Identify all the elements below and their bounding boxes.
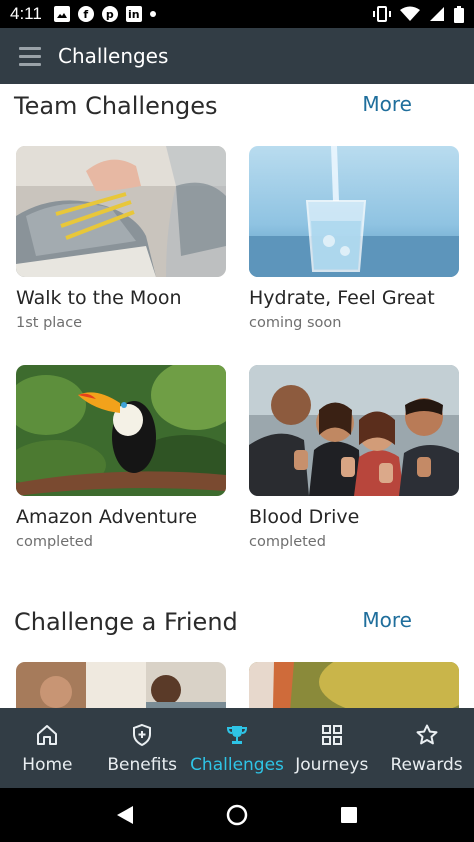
nav-benefits[interactable]: Benefits [95,708,190,788]
signal-icon [430,7,444,21]
nav-home[interactable]: Home [0,708,95,788]
team-challenges-more-link[interactable]: More [362,92,412,116]
challenges-content[interactable]: Team Challenges More Walk to the Moon 1s… [0,84,474,708]
challenge-card-hydrate-feel-great[interactable]: Hydrate, Feel Great coming soon [249,146,459,331]
card-status: completed [249,534,326,550]
nav-label: Benefits [107,755,177,775]
grid-icon [320,721,344,749]
amazon-adventure-image [16,365,226,496]
challenge-a-friend-header: Challenge a Friend More [0,606,474,646]
image-notification-icon [53,6,70,22]
facebook-icon: f [77,6,94,22]
notification-icons: f p in [53,6,156,22]
menu-icon[interactable] [0,28,60,84]
app-bar: Challenges [0,28,474,84]
nav-challenges[interactable]: Challenges [190,708,285,788]
home-icon [35,721,59,749]
pinterest-icon: p [101,6,118,22]
challenge-a-friend-title: Challenge a Friend [14,608,238,636]
friend-challenge-card[interactable] [16,662,226,708]
team-challenges-header: Team Challenges More [0,90,474,130]
challenge-a-friend-more-link[interactable]: More [362,608,412,632]
nav-rewards[interactable]: Rewards [379,708,474,788]
system-navigation-bar [0,788,474,842]
shield-plus-icon [130,721,154,749]
nav-label: Journeys [295,755,369,775]
vibrate-icon [373,6,391,22]
nav-label: Challenges [190,755,284,775]
star-icon [415,721,439,749]
page-title: Challenges [58,44,169,68]
system-status-icons [373,5,464,23]
back-icon[interactable] [116,805,134,825]
home-button-icon[interactable] [226,804,248,826]
friend-challenge-image [249,662,459,708]
nav-journeys[interactable]: Journeys [284,708,379,788]
blood-drive-image [249,365,459,496]
hydrate-feel-great-image [249,146,459,277]
card-title: Hydrate, Feel Great [249,287,435,309]
nav-label: Home [22,755,73,775]
trophy-icon [225,721,249,749]
challenge-card-blood-drive[interactable]: Blood Drive completed [249,365,459,550]
card-status: completed [16,534,93,550]
friend-challenge-image [16,662,226,708]
card-status: coming soon [249,315,342,331]
status-bar: 4:11 f p in [0,0,474,28]
card-title: Amazon Adventure [16,506,198,528]
bottom-navigation: Home Benefits Challenges Journeys Reward… [0,708,474,788]
linkedin-icon: in [125,6,142,22]
battery-icon [454,5,464,23]
card-title: Walk to the Moon [16,287,182,309]
status-time: 4:11 [10,4,42,23]
wifi-icon [400,6,420,21]
friend-challenge-card[interactable] [249,662,459,708]
challenge-card-walk-to-the-moon[interactable]: Walk to the Moon 1st place [16,146,226,331]
card-status: 1st place [16,315,83,331]
challenge-card-amazon-adventure[interactable]: Amazon Adventure completed [16,365,226,550]
recents-icon[interactable] [340,806,358,824]
nav-label: Rewards [390,755,463,775]
card-title: Blood Drive [249,506,360,528]
team-challenges-title: Team Challenges [14,92,218,120]
walk-to-the-moon-image [16,146,226,277]
more-notifications-icon [149,11,156,17]
